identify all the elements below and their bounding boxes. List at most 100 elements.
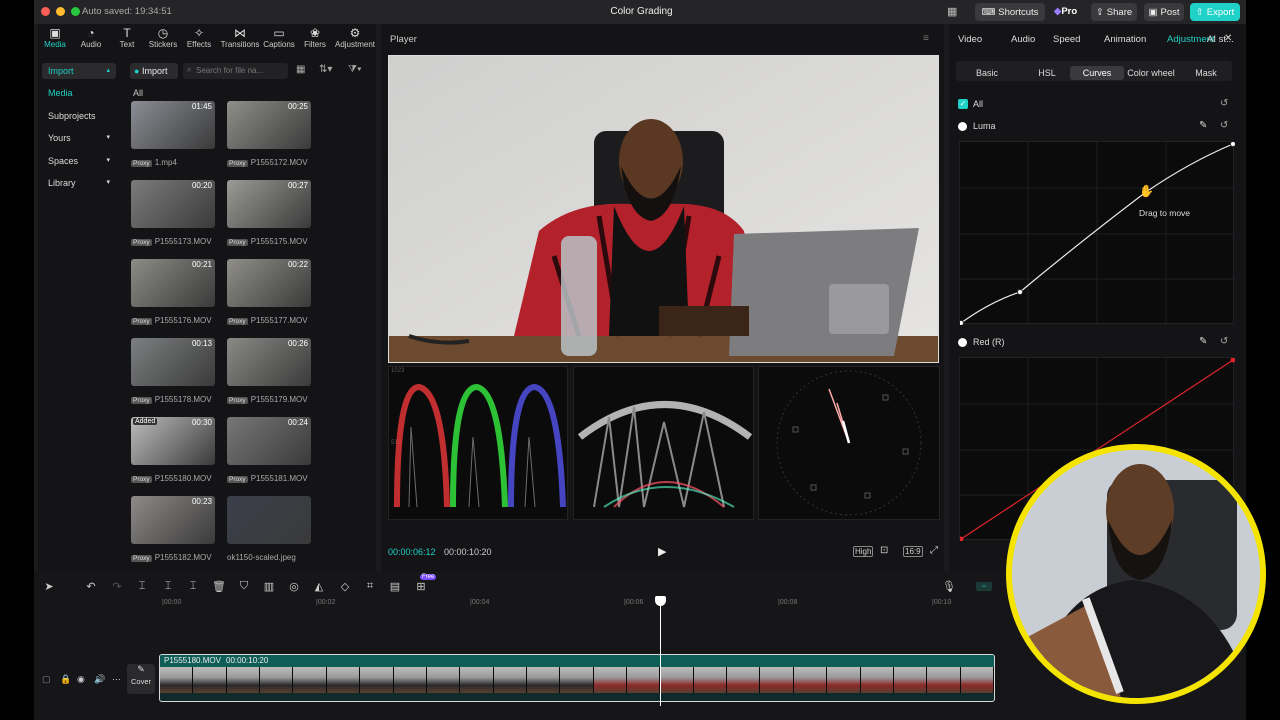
media-thumbnail[interactable]: 01:45 — [131, 101, 215, 149]
track-thumbnail-icon[interactable]: ▢ — [42, 674, 51, 685]
select-tool-icon[interactable]: ➤ — [42, 580, 56, 593]
media-thumbnail[interactable]: 00:13 — [131, 338, 215, 386]
fit-icon[interactable]: ⊡ — [880, 545, 888, 556]
toolbar-effects[interactable]: ✧ Effects — [180, 27, 218, 51]
media-thumbnail[interactable]: 00:30 Added — [131, 417, 215, 465]
layout-icon[interactable]: ▦ — [947, 5, 957, 18]
filter-icon[interactable]: ⧩▾ — [348, 64, 362, 75]
media-thumbnail[interactable]: 00:21 — [131, 259, 215, 307]
inspector-tab[interactable]: Audio — [1011, 34, 1035, 45]
hand-cursor-icon: ✋ — [1139, 184, 1154, 198]
inspector-subtab[interactable]: Curves — [1070, 66, 1124, 80]
delete-icon[interactable]: 🗑 — [212, 580, 226, 593]
inspector-subtab[interactable]: Basic — [960, 66, 1014, 80]
pro-badge[interactable]: ◆Pro — [1054, 6, 1077, 17]
speed-icon[interactable]: ◎ — [287, 580, 301, 593]
crop-icon[interactable]: ⌗ — [363, 580, 377, 593]
inspector-subtab[interactable]: HSL — [1020, 66, 1074, 80]
eyedropper-icon[interactable]: ✎ — [1199, 120, 1207, 131]
sidebar-library[interactable]: Library ▾ — [42, 175, 116, 191]
undo-icon[interactable]: ↶ — [84, 580, 98, 593]
volume-icon[interactable]: 🔊 — [94, 674, 105, 685]
export-button[interactable]: ⇧ Export — [1190, 3, 1240, 21]
split-left-icon[interactable]: ⌶ — [161, 580, 175, 593]
menu-icon[interactable]: ≡ — [923, 33, 929, 44]
shortcuts-button[interactable]: ⌨ Shortcuts — [975, 3, 1045, 21]
more-icon[interactable]: ⋯ — [112, 674, 121, 685]
inspector-subtab[interactable]: Mask — [1183, 66, 1229, 80]
toolbar-captions[interactable]: ▭ Captions — [260, 27, 298, 51]
sidebar-yours[interactable]: Yours ▾ — [42, 130, 116, 146]
shield-icon[interactable]: ⛉ — [237, 580, 251, 593]
luma-curve-graph[interactable]: ✋ Drag to move — [958, 141, 1236, 326]
video-preview[interactable] — [388, 55, 939, 363]
media-thumbnail[interactable]: 00:25 — [227, 101, 311, 149]
inspector-tab[interactable]: Video — [958, 34, 982, 45]
close-icon[interactable]: ✕ — [1224, 33, 1232, 44]
reset-all-icon[interactable]: ↺ — [1220, 98, 1228, 109]
fullscreen-icon[interactable]: ⤢ — [930, 545, 938, 556]
mirror-icon[interactable]: ◭ — [312, 580, 326, 593]
import-button[interactable]: ● Import — [130, 63, 178, 79]
post-button[interactable]: ▣ Post — [1144, 3, 1184, 21]
reset-luma-icon[interactable]: ↺ — [1220, 120, 1228, 131]
duration-label: 00:13 — [191, 339, 212, 348]
quality-button[interactable]: High — [853, 546, 874, 557]
minimize-window-icon[interactable] — [56, 7, 65, 16]
visibility-icon[interactable]: ◉ — [77, 674, 85, 685]
curve-point[interactable] — [1230, 141, 1236, 147]
search-input[interactable]: ⌕ Search for file na... — [183, 63, 288, 79]
timeline-clip[interactable]: P1555180.MOV 00:00:10:20 — [159, 654, 995, 702]
playhead[interactable] — [660, 596, 661, 706]
sidebar-subprojects[interactable]: Subprojects — [42, 108, 116, 124]
sidebar-media[interactable]: Media — [42, 85, 116, 101]
zoom-window-icon[interactable] — [71, 7, 80, 16]
curve-point[interactable] — [958, 320, 964, 326]
sidebar-import[interactable]: Import ▴ — [42, 63, 116, 79]
media-thumbnail[interactable]: 00:23 — [131, 496, 215, 544]
split-right-icon[interactable]: ⌶ — [186, 580, 200, 593]
toolbar-stickers[interactable]: ◷ Stickers — [144, 27, 182, 51]
sort-icon[interactable]: ⇅▾ — [319, 64, 332, 75]
toolbar-transitions[interactable]: ⋈ Transitions — [220, 27, 260, 51]
play-icon[interactable]: ▶ — [658, 545, 666, 558]
proxy-tag: Proxy — [227, 318, 248, 325]
share-button[interactable]: ⇪ Share — [1091, 3, 1137, 21]
media-thumbnail[interactable]: 00:20 — [131, 180, 215, 228]
toolbar-text[interactable]: T Text — [108, 27, 146, 51]
toolbar-filters[interactable]: ❀ Filters — [296, 27, 334, 51]
grid-view-icon[interactable]: ▦ — [296, 64, 305, 75]
media-thumbnail[interactable]: 00:22 — [227, 259, 311, 307]
toolbar-media[interactable]: ▣ Media — [36, 27, 74, 51]
effects-icon: ✧ — [193, 26, 205, 40]
redo-icon[interactable]: ↷ — [110, 580, 124, 593]
sidebar-spaces[interactable]: Spaces ▾ — [42, 153, 116, 169]
toolbar-label: Captions — [263, 40, 295, 49]
split-icon[interactable]: ⌶ — [135, 580, 149, 593]
red-eyedropper-icon[interactable]: ✎ — [1199, 336, 1207, 347]
all-checkbox[interactable]: ✓ — [958, 99, 968, 109]
proxy-tag: Proxy — [131, 476, 152, 483]
reset-red-icon[interactable]: ↺ — [1220, 336, 1228, 347]
inspector-tab[interactable]: Animation — [1104, 34, 1146, 45]
link-toggle-icon[interactable]: ⇔ — [976, 582, 992, 591]
toolbar-adjustment[interactable]: ⚙ Adjustment — [334, 27, 376, 51]
inspector-subtab[interactable]: Color wheel — [1123, 66, 1179, 80]
resize-icon[interactable]: ⊞ — [414, 580, 428, 593]
media-thumbnail[interactable]: 00:24 — [227, 417, 311, 465]
media-thumbnail[interactable]: 00:27 — [227, 180, 311, 228]
inspector-tab[interactable]: Speed — [1053, 34, 1080, 45]
lock-icon[interactable]: 🔒 — [60, 674, 71, 685]
ratio-button[interactable]: 16:9 — [903, 546, 923, 557]
curve-point[interactable] — [1017, 289, 1023, 295]
close-window-icon[interactable] — [41, 7, 50, 16]
toolbar-audio[interactable]: ◔ Audio — [72, 27, 110, 51]
rotate-icon[interactable]: ◇ — [338, 580, 352, 593]
freeze-icon[interactable]: ▥ — [262, 580, 276, 593]
auto-reframe-icon[interactable]: ▤ — [388, 580, 402, 593]
ruler-tick: |00:04 — [470, 599, 490, 606]
media-thumbnail[interactable] — [227, 496, 311, 544]
cover-button[interactable]: ✎ Cover — [127, 664, 155, 694]
microphone-icon[interactable]: 🎙 — [942, 580, 956, 593]
media-thumbnail[interactable]: 00:26 — [227, 338, 311, 386]
